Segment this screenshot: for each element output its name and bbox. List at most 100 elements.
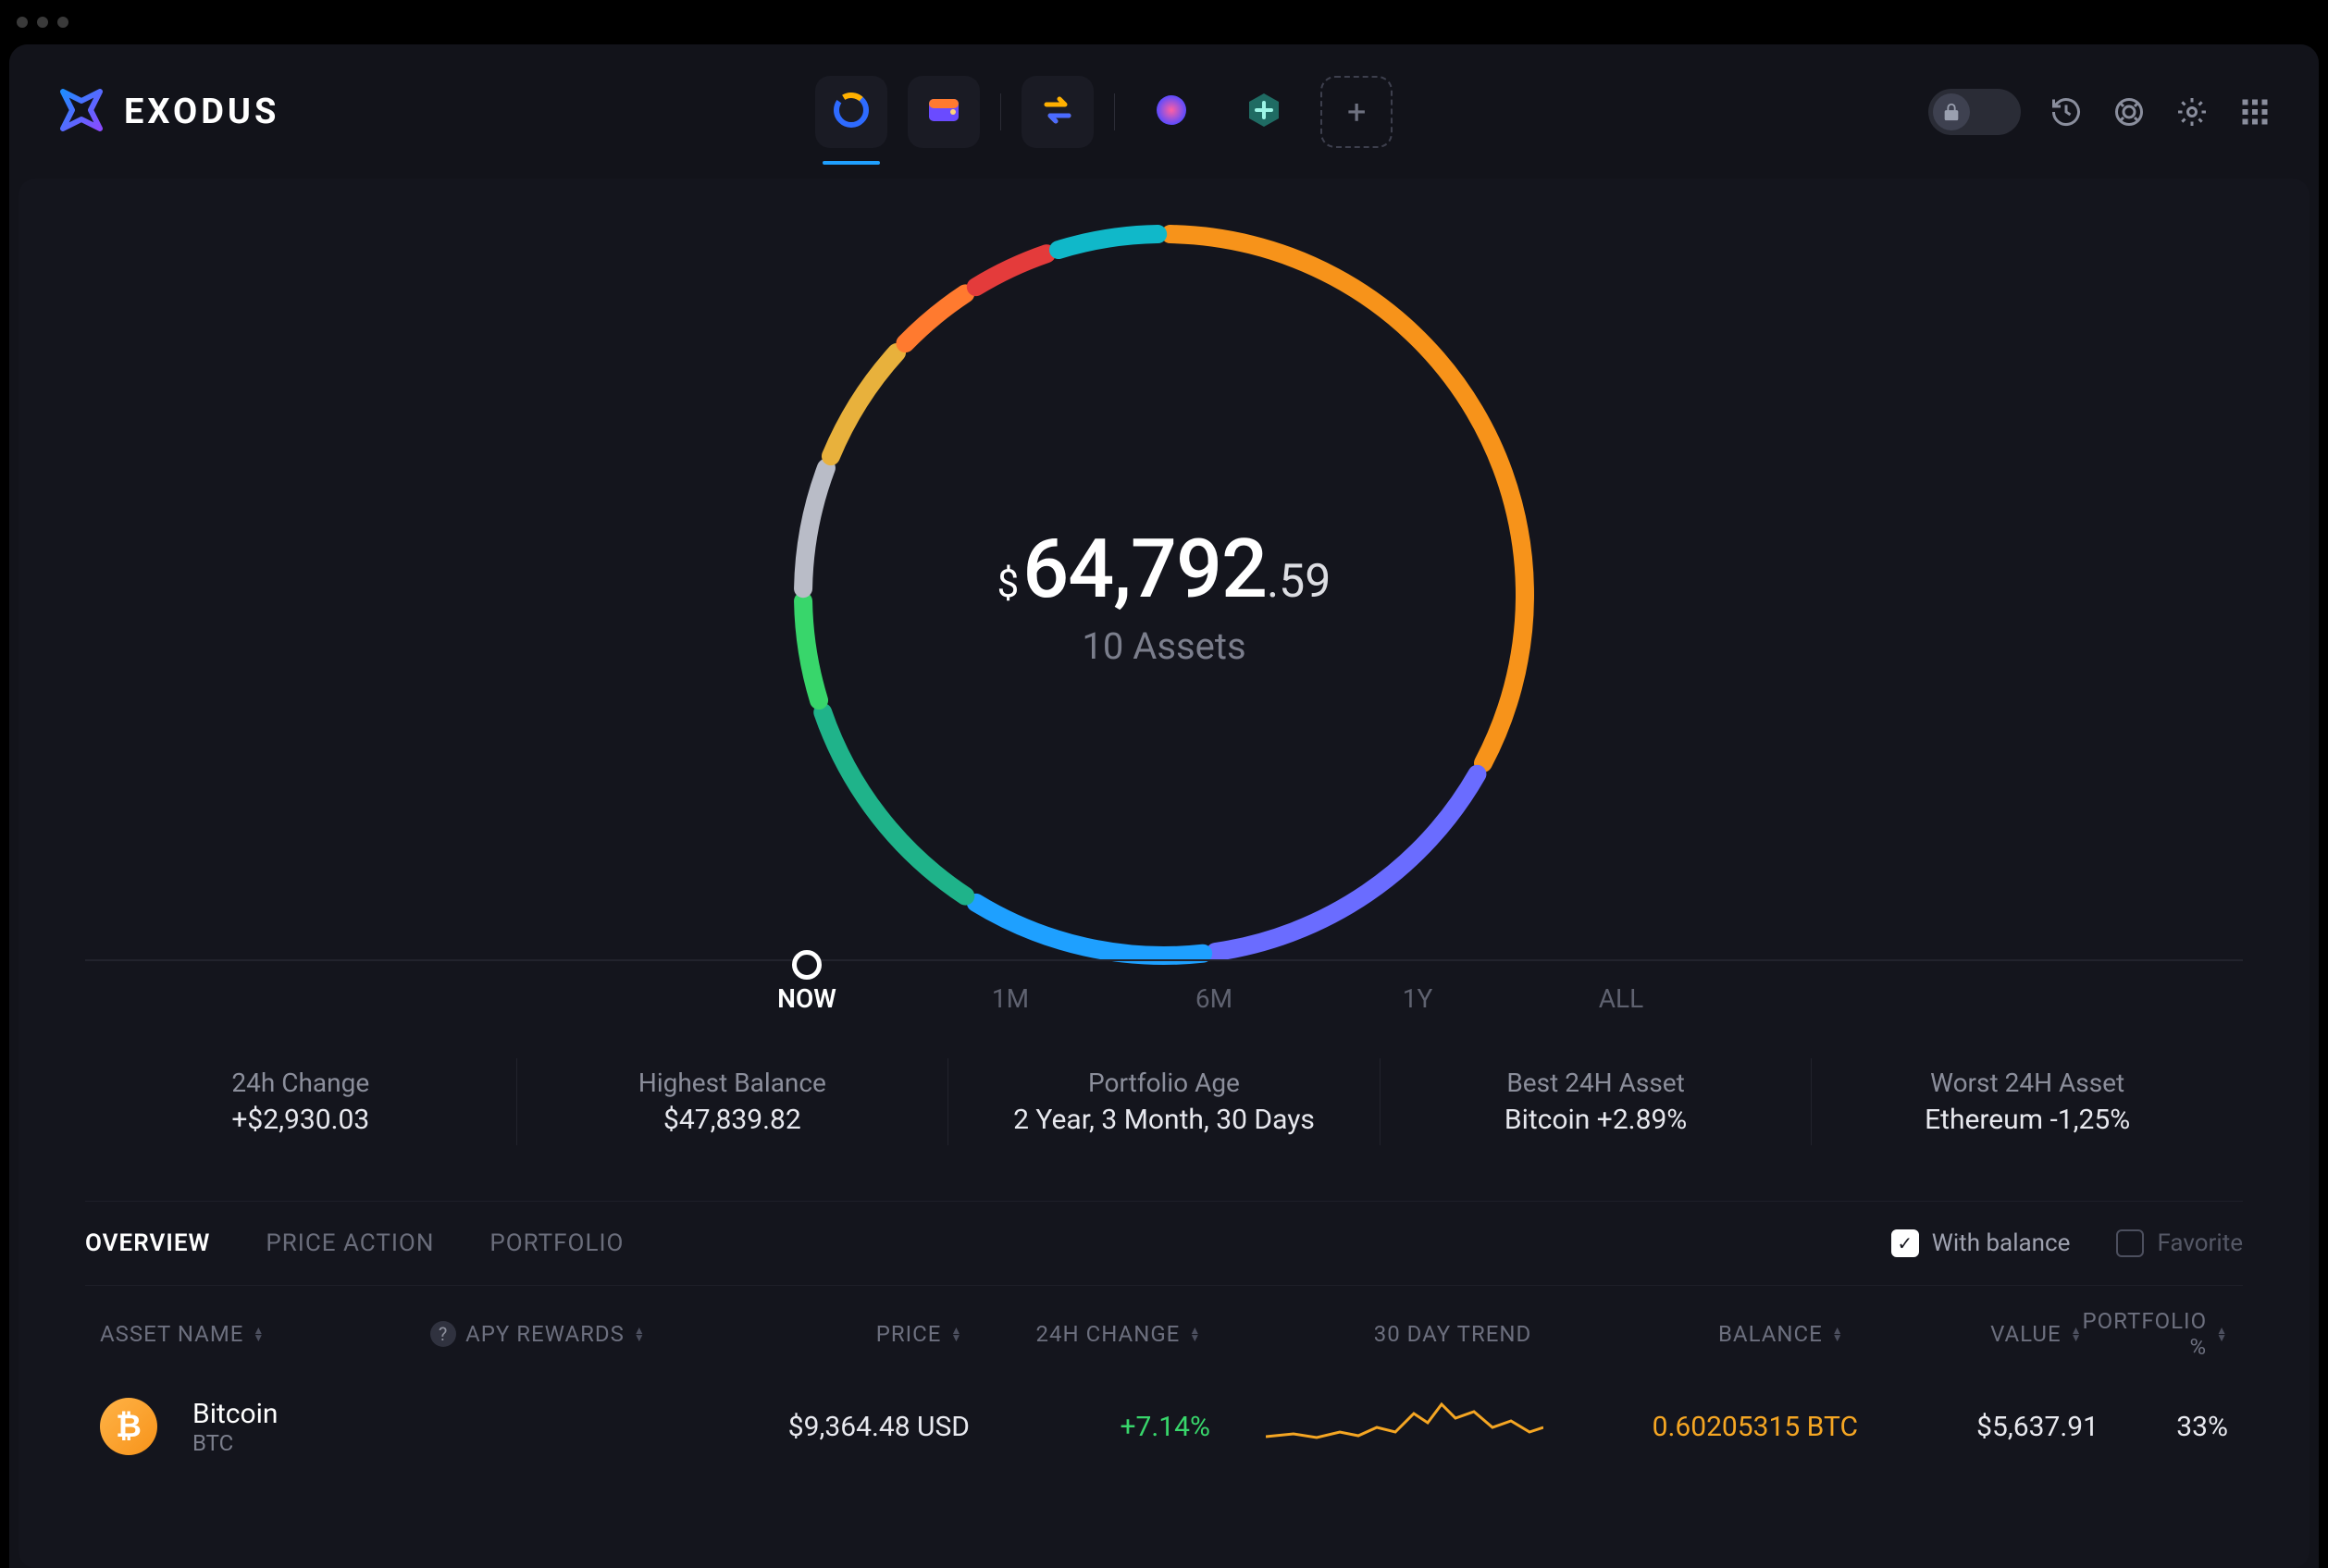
pct-cell: 33% xyxy=(2099,1411,2228,1443)
filter-with-balance-label: With balance xyxy=(1932,1229,2071,1257)
profile-bubble-icon xyxy=(1151,90,1192,134)
stat-label: Worst 24H Asset xyxy=(1830,1068,2224,1098)
stat-card: Best 24H Asset Bitcoin +2.89% xyxy=(1380,1058,1812,1145)
timeline-item-now[interactable]: NOW xyxy=(770,961,844,1014)
stat-card: Highest Balance $47,839.82 xyxy=(516,1058,948,1145)
col-value[interactable]: VALUE ▲▼ xyxy=(1844,1321,2083,1347)
asset-rows: ₿ Bitcoin BTC $9,364.48 USD +7.14% 0.602… xyxy=(19,1371,2309,1482)
nav-wallet-button[interactable] xyxy=(908,76,980,148)
col-balance[interactable]: BALANCE ▲▼ xyxy=(1550,1321,1843,1347)
assets-count: 10 Assets xyxy=(1082,624,1245,668)
timeline-item-all[interactable]: ALL xyxy=(1584,961,1658,1014)
value-cell: $5,637.91 xyxy=(1858,1411,2099,1443)
filter-favorite-label: Favorite xyxy=(2157,1229,2243,1257)
stat-label: Highest Balance xyxy=(536,1068,930,1098)
apps-grid-button[interactable] xyxy=(2237,94,2272,130)
stat-label: 24h Change xyxy=(104,1068,498,1098)
stat-value: Bitcoin +2.89% xyxy=(1399,1104,1793,1136)
price-cell: $9,364.48 USD xyxy=(692,1411,970,1443)
timeline: NOW 1M 6M 1Y ALL xyxy=(19,959,2309,1014)
swap-arrows-icon xyxy=(1037,90,1078,134)
list-section: OVERVIEW PRICE ACTION PORTFOLIO ✓ With bal… xyxy=(85,1201,2243,1286)
wallet-icon xyxy=(923,90,964,134)
stat-card: 24h Change +$2,930.03 xyxy=(85,1058,516,1145)
app-shell: EXODUS xyxy=(9,44,2319,1568)
balance-cell: 0.60205315 BTC xyxy=(1562,1411,1858,1443)
brand-logo-icon xyxy=(56,84,107,140)
hex-plus-icon xyxy=(1244,90,1284,134)
plus-icon: + xyxy=(1347,93,1366,131)
asset-row[interactable]: ₿ Bitcoin BTC $9,364.48 USD +7.14% 0.602… xyxy=(85,1371,2243,1482)
checkbox-icon xyxy=(2116,1229,2144,1257)
brand: EXODUS xyxy=(56,84,279,140)
filter-with-balance[interactable]: ✓ With balance xyxy=(1891,1229,2071,1257)
list-tab-overview[interactable]: OVERVIEW xyxy=(85,1229,210,1257)
nav-portfolio-button[interactable] xyxy=(815,76,887,148)
bitcoin-icon: ₿ xyxy=(100,1398,157,1455)
table-header: ASSET NAME ▲▼ ? APY REWARDS ▲▼ PRICE ▲▼ … xyxy=(85,1297,2243,1371)
sort-icon: ▲▼ xyxy=(1832,1327,1844,1341)
right-controls xyxy=(1928,89,2272,135)
help-icon[interactable]: ? xyxy=(430,1321,456,1347)
list-filters: ✓ With balance Favorite xyxy=(1891,1229,2243,1257)
balance-line: $ 64,792 .59 xyxy=(997,522,1331,617)
sort-icon: ▲▼ xyxy=(253,1327,265,1341)
stat-card: Portfolio Age 2 Year, 3 Month, 30 Days xyxy=(947,1058,1380,1145)
donut-center: $ 64,792 .59 10 Assets xyxy=(785,216,1543,974)
stat-value: Ethereum -1,25% xyxy=(1830,1104,2224,1136)
sort-icon: ▲▼ xyxy=(1189,1327,1201,1341)
timeline-item-1m[interactable]: 1M xyxy=(973,961,1047,1014)
list-tabs: OVERVIEW PRICE ACTION PORTFOLIO ✓ With bal… xyxy=(85,1202,2243,1285)
window-minimize-dot[interactable] xyxy=(37,17,48,28)
stat-card: Worst 24H Asset Ethereum -1,25% xyxy=(1811,1058,2243,1145)
trend-cell xyxy=(1210,1395,1562,1458)
col-asset-name[interactable]: ASSET NAME ▲▼ xyxy=(100,1321,430,1347)
stat-value: $47,839.82 xyxy=(536,1104,930,1136)
support-button[interactable] xyxy=(2111,94,2147,130)
window-titlebar xyxy=(0,0,2328,44)
main-nav: + xyxy=(279,76,1928,148)
nav-divider xyxy=(1000,93,1001,130)
col-price[interactable]: PRICE ▲▼ xyxy=(687,1321,963,1347)
lock-toggle[interactable] xyxy=(1928,89,2021,135)
nav-divider xyxy=(1114,93,1115,130)
topbar: EXODUS xyxy=(9,44,2319,179)
list-tab-portfolio[interactable]: PORTFOLIO xyxy=(489,1229,624,1257)
sparkline-icon xyxy=(1266,1395,1543,1451)
col-portfolio-pct[interactable]: PORTFOLIO % ▲▼ xyxy=(2083,1308,2228,1360)
asset-name-label: Bitcoin xyxy=(192,1398,278,1430)
col-30d-trend: 30 DAY TREND xyxy=(1201,1321,1550,1347)
sort-icon: ▲▼ xyxy=(950,1327,962,1341)
settings-button[interactable] xyxy=(2174,94,2210,130)
balance-main: 64,792 xyxy=(1022,522,1267,617)
timeline-item-6m[interactable]: 6M xyxy=(1177,961,1251,1014)
portfolio-donut-area: $ 64,792 .59 10 Assets xyxy=(19,188,2309,974)
sort-icon: ▲▼ xyxy=(2216,1327,2228,1341)
nav-add-button[interactable]: + xyxy=(1320,76,1393,148)
window-maximize-dot[interactable] xyxy=(57,17,68,28)
stat-label: Portfolio Age xyxy=(967,1068,1361,1098)
col-24h-change[interactable]: 24H CHANGE ▲▼ xyxy=(962,1321,1201,1347)
main-panel: $ 64,792 .59 10 Assets NOW 1M 6M 1Y ALL 24h … xyxy=(19,179,2309,1568)
asset-name-cell: Bitcoin BTC xyxy=(192,1398,278,1456)
nav-apps-button[interactable] xyxy=(1228,76,1300,148)
window-close-dot[interactable] xyxy=(17,17,28,28)
sort-icon: ▲▼ xyxy=(634,1327,646,1341)
lock-icon xyxy=(1933,93,1970,130)
currency-symbol: $ xyxy=(997,562,1020,607)
balance-cents: .59 xyxy=(1267,555,1331,609)
col-apy-rewards[interactable]: ? APY REWARDS ▲▼ xyxy=(430,1321,687,1347)
filter-favorite[interactable]: Favorite xyxy=(2116,1229,2243,1257)
stat-value: +$2,930.03 xyxy=(104,1104,498,1136)
stats-row: 24h Change +$2,930.03Highest Balance $47… xyxy=(85,1058,2243,1145)
list-tab-price-action[interactable]: PRICE ACTION xyxy=(266,1229,434,1257)
timeline-item-1y[interactable]: 1Y xyxy=(1381,961,1455,1014)
sort-icon: ▲▼ xyxy=(2071,1327,2083,1341)
change-cell: +7.14% xyxy=(970,1411,1210,1443)
nav-profile-button[interactable] xyxy=(1135,76,1207,148)
asset-symbol-label: BTC xyxy=(192,1430,278,1456)
brand-name: EXODUS xyxy=(124,92,279,132)
stat-value: 2 Year, 3 Month, 30 Days xyxy=(967,1104,1361,1136)
history-button[interactable] xyxy=(2049,94,2084,130)
nav-exchange-button[interactable] xyxy=(1022,76,1094,148)
